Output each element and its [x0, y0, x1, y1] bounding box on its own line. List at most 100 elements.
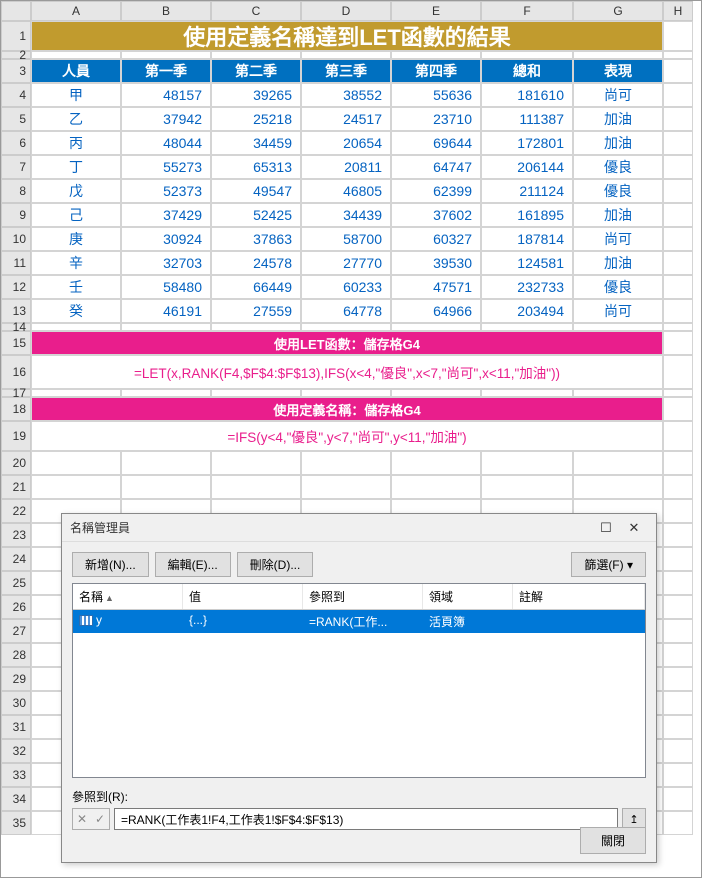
data-cell[interactable]: 37602 — [391, 203, 481, 227]
row-header[interactable]: 27 — [1, 619, 31, 643]
delete-button[interactable]: 刪除(D)... — [237, 552, 314, 577]
data-cell[interactable]: 187814 — [481, 227, 573, 251]
row-header[interactable]: 19 — [1, 421, 31, 451]
row-header[interactable]: 29 — [1, 667, 31, 691]
row-header[interactable]: 7 — [1, 155, 31, 179]
row-header[interactable]: 5 — [1, 107, 31, 131]
data-cell[interactable]: 庚 — [31, 227, 121, 251]
data-cell[interactable]: 161895 — [481, 203, 573, 227]
empty-cell[interactable] — [573, 475, 663, 499]
data-cell[interactable]: 211124 — [481, 179, 573, 203]
data-cell[interactable]: 20811 — [301, 155, 391, 179]
col-header[interactable]: D — [301, 1, 391, 21]
data-cell[interactable]: 55273 — [121, 155, 211, 179]
row-header[interactable]: 14 — [1, 323, 31, 331]
row-header[interactable]: 1 — [1, 21, 31, 51]
list-header[interactable]: 名稱▲ 值 參照到 領域 註解 — [73, 584, 645, 610]
empty-cell[interactable] — [391, 451, 481, 475]
row-header[interactable]: 28 — [1, 643, 31, 667]
data-cell[interactable]: 辛 — [31, 251, 121, 275]
data-cell[interactable]: 加油 — [573, 131, 663, 155]
data-cell[interactable]: 37863 — [211, 227, 301, 251]
data-cell[interactable]: 25218 — [211, 107, 301, 131]
col-header[interactable]: H — [663, 1, 693, 21]
empty-cell[interactable] — [31, 451, 121, 475]
col-comment[interactable]: 註解 — [513, 584, 645, 609]
empty-cell[interactable] — [663, 643, 693, 667]
row-header[interactable]: 4 — [1, 83, 31, 107]
refers-to-input[interactable] — [114, 808, 618, 830]
formula-cell[interactable]: =LET(x,RANK(F4,$F$4:$F$13),IFS(x<4,"優良",… — [31, 355, 663, 389]
data-cell[interactable]: 52373 — [121, 179, 211, 203]
row-header[interactable]: 10 — [1, 227, 31, 251]
row-header[interactable]: 2 — [1, 51, 31, 59]
new-button[interactable]: 新增(N)... — [72, 552, 149, 577]
data-cell[interactable]: 39530 — [391, 251, 481, 275]
data-cell[interactable]: 37942 — [121, 107, 211, 131]
row-header[interactable]: 11 — [1, 251, 31, 275]
col-header[interactable]: G — [573, 1, 663, 21]
empty-cell[interactable] — [573, 451, 663, 475]
data-cell[interactable]: 27559 — [211, 299, 301, 323]
row-header[interactable]: 20 — [1, 451, 31, 475]
empty-cell[interactable] — [663, 811, 693, 835]
row-header[interactable]: 31 — [1, 715, 31, 739]
data-cell[interactable]: 優良 — [573, 155, 663, 179]
data-cell[interactable]: 206144 — [481, 155, 573, 179]
empty-cell[interactable] — [481, 451, 573, 475]
select-all[interactable] — [1, 1, 31, 21]
empty-cell[interactable] — [663, 715, 693, 739]
row-header[interactable]: 15 — [1, 331, 31, 355]
empty-cell[interactable] — [663, 451, 693, 475]
empty-cell[interactable] — [663, 763, 693, 787]
row-header[interactable]: 25 — [1, 571, 31, 595]
data-cell[interactable]: 46191 — [121, 299, 211, 323]
row-header[interactable]: 16 — [1, 355, 31, 389]
col-scope[interactable]: 領域 — [423, 584, 513, 609]
row-header[interactable]: 8 — [1, 179, 31, 203]
data-cell[interactable]: 52425 — [211, 203, 301, 227]
empty-cell[interactable] — [663, 499, 693, 523]
data-cell[interactable]: 23710 — [391, 107, 481, 131]
empty-cell[interactable] — [121, 475, 211, 499]
names-list[interactable]: 名稱▲ 值 參照到 領域 註解 y {...} =RANK(工作... 活頁簿 — [72, 583, 646, 778]
col-header[interactable]: B — [121, 1, 211, 21]
data-cell[interactable]: 尚可 — [573, 299, 663, 323]
row-header[interactable]: 21 — [1, 475, 31, 499]
close-icon[interactable]: ✕ — [620, 520, 648, 536]
data-cell[interactable]: 58700 — [301, 227, 391, 251]
empty-cell[interactable] — [663, 787, 693, 811]
data-cell[interactable]: 丙 — [31, 131, 121, 155]
empty-cell[interactable] — [391, 475, 481, 499]
data-cell[interactable]: 58480 — [121, 275, 211, 299]
data-cell[interactable]: 181610 — [481, 83, 573, 107]
data-cell[interactable]: 172801 — [481, 131, 573, 155]
ref-action-icons[interactable]: ✕✓ — [72, 808, 110, 830]
empty-cell[interactable] — [663, 595, 693, 619]
dialog-titlebar[interactable]: 名稱管理員 ☐ ✕ — [62, 514, 656, 542]
row-header[interactable]: 6 — [1, 131, 31, 155]
formula-cell[interactable]: =IFS(y<4,"優良",y<7,"尚可",y<11,"加油") — [31, 421, 663, 451]
data-cell[interactable]: 60327 — [391, 227, 481, 251]
data-cell[interactable]: 64747 — [391, 155, 481, 179]
accept-ref-icon[interactable]: ✓ — [91, 809, 109, 829]
empty-cell[interactable] — [663, 523, 693, 547]
data-cell[interactable]: 30924 — [121, 227, 211, 251]
data-cell[interactable]: 甲 — [31, 83, 121, 107]
data-cell[interactable]: 55636 — [391, 83, 481, 107]
row-header[interactable]: 12 — [1, 275, 31, 299]
data-cell[interactable]: 乙 — [31, 107, 121, 131]
row-header[interactable]: 17 — [1, 389, 31, 397]
empty-cell[interactable] — [663, 667, 693, 691]
col-refers[interactable]: 參照到 — [303, 584, 423, 609]
empty-cell[interactable] — [211, 475, 301, 499]
data-cell[interactable]: 尚可 — [573, 83, 663, 107]
col-header[interactable]: C — [211, 1, 301, 21]
data-cell[interactable]: 丁 — [31, 155, 121, 179]
row-header[interactable]: 32 — [1, 739, 31, 763]
row-header[interactable]: 34 — [1, 787, 31, 811]
col-header[interactable]: F — [481, 1, 573, 21]
empty-cell[interactable] — [211, 451, 301, 475]
row-header[interactable]: 23 — [1, 523, 31, 547]
empty-cell[interactable] — [481, 475, 573, 499]
